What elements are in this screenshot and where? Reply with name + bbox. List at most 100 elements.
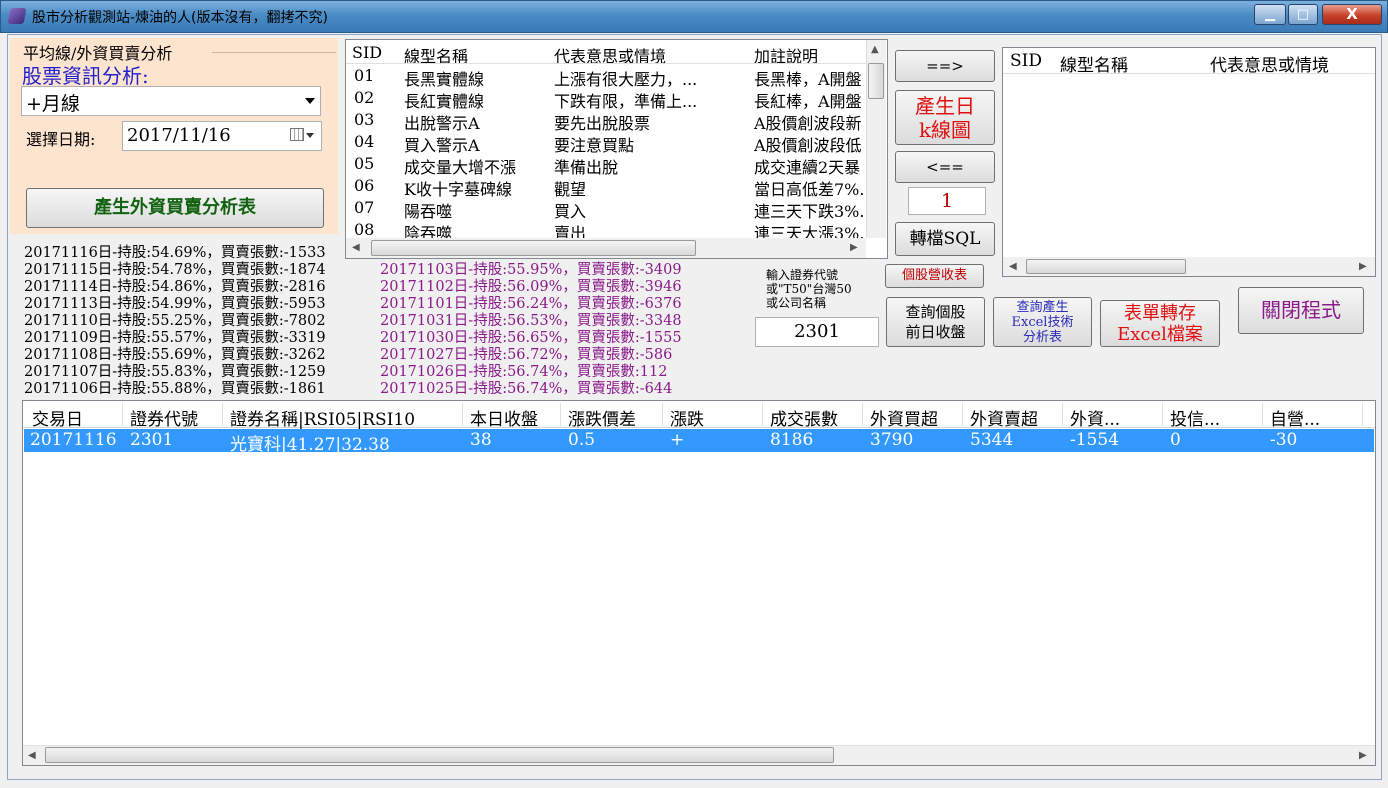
grid-column-header[interactable]: 本日收盤 [470,405,538,430]
list-item-note[interactable]: 連三天下跌3%. [754,198,866,222]
table-cell[interactable]: -30 [1270,430,1297,450]
grid-column-header[interactable]: 漲跌價差 [568,405,636,430]
column-divider[interactable] [962,403,963,426]
list-item-sid[interactable]: 03 [354,110,374,129]
table-cell[interactable]: 5344 [970,430,1013,450]
chevron-down-icon[interactable] [306,133,314,138]
list-item-sid[interactable]: 08 [354,220,374,239]
scroll-left-icon[interactable]: ◀ [1009,261,1017,272]
close-button[interactable]: X [1322,4,1382,25]
list-item-meaning[interactable]: 準備出脫 [554,154,618,178]
list-item-meaning[interactable]: 觀望 [554,176,586,200]
scroll-right-icon[interactable]: ▶ [1359,261,1367,272]
scroll-up-icon[interactable]: ▲ [871,44,879,55]
scroll-thumb[interactable] [868,63,884,99]
list-item-name[interactable]: 出脫警示A [404,110,480,134]
grid-column-header[interactable]: 外資... [1070,405,1120,430]
column-divider[interactable] [122,403,123,426]
grid-column-header[interactable]: 成交張數 [770,405,838,430]
table-cell[interactable]: 38 [470,430,492,450]
data-grid[interactable] [22,400,1376,766]
list-item-name[interactable]: 買入警示A [404,132,480,156]
minimize-button[interactable]: ▁ [1254,4,1286,25]
scroll-right-icon[interactable]: ▶ [1359,750,1367,761]
list-item-note[interactable]: A股價創波段低 [754,132,866,156]
table-cell[interactable]: + [670,430,684,450]
selected-pattern-list[interactable] [1002,47,1376,277]
list-item-note[interactable]: 長紅棒，A開盤 [754,88,866,112]
scroll-left-icon[interactable]: ◀ [352,242,360,253]
table-cell[interactable]: 8186 [770,430,813,450]
add-pattern-button[interactable]: ==> [895,50,995,82]
list-item-sid[interactable]: 02 [354,88,374,107]
list-item-note[interactable]: 成交連續2天暴 [754,154,866,178]
moving-average-select[interactable]: +月線 [21,86,321,116]
list-item-sid[interactable]: 07 [354,198,374,217]
column-divider[interactable] [1162,403,1163,426]
scroll-right-icon[interactable]: ▶ [850,242,858,253]
grid-column-header[interactable]: 證券代號 [130,405,198,430]
list-item-name[interactable]: K收十字墓碑線 [404,176,512,200]
list-item-note[interactable]: 當日高低差7%. [754,176,866,200]
list-item-meaning[interactable]: 上漲有很大壓力，... [554,66,697,90]
scroll-left-icon[interactable]: ◀ [28,750,36,761]
export-excel-button[interactable]: 表單轉存 Excel檔案 [1100,300,1220,347]
list-item-meaning[interactable]: 下跌有限，準備上... [554,88,697,112]
grid-column-header[interactable]: 漲跌 [670,405,704,430]
table-cell[interactable]: -1554 [1070,430,1119,450]
column-divider[interactable] [222,403,223,426]
column-divider[interactable] [1362,403,1363,426]
list-item-sid[interactable]: 04 [354,132,374,151]
generate-kline-chart-button[interactable]: 產生日 k線圖 [895,90,995,145]
column-divider[interactable] [1062,403,1063,426]
table-cell[interactable]: 3790 [870,430,913,450]
column-divider[interactable] [662,403,663,426]
count-field[interactable]: 1 [908,187,986,215]
stock-code-input[interactable]: 2301 [755,317,879,347]
scroll-thumb[interactable] [1026,259,1186,274]
chevron-down-icon[interactable] [305,98,315,104]
list-item-note[interactable]: 長黑棒，A開盤 [754,66,866,90]
table-cell[interactable]: 0 [1170,430,1181,450]
generate-foreign-analysis-button[interactable]: 產生外資買賣分析表 [26,188,324,228]
scroll-thumb[interactable] [45,747,834,763]
scroll-thumb[interactable] [371,240,696,256]
close-program-button[interactable]: 關閉程式 [1238,287,1364,334]
column-divider[interactable] [862,403,863,426]
list-item-name[interactable]: 陽吞噬 [404,198,452,222]
grid-column-header[interactable]: 證券名稱|RSI05|RSI10 [230,405,415,430]
list-item-sid[interactable]: 05 [354,154,374,173]
list-item-name[interactable]: 成交量大增不漲 [404,154,516,178]
calendar-icon[interactable] [290,128,304,141]
query-previous-close-button[interactable]: 查詢個股 前日收盤 [886,297,985,347]
column-divider[interactable] [762,403,763,426]
grid-column-header[interactable]: 外資買超 [870,405,938,430]
list-item-meaning[interactable]: 要先出脫股票 [554,110,650,134]
table-cell[interactable]: 2301 [130,430,173,450]
list-item-sid[interactable]: 06 [354,176,374,195]
revenue-table-button[interactable]: 個股營收表 [885,264,984,288]
table-cell[interactable]: 20171116 [30,430,117,450]
grid-column-header[interactable]: 交易日 [32,405,83,430]
list-item-meaning[interactable]: 買入 [554,198,586,222]
grid-column-header[interactable]: 自營... [1270,405,1320,430]
excel-technical-analysis-button[interactable]: 查詢產生 Excel技術 分析表 [993,297,1092,347]
convert-sql-button[interactable]: 轉檔SQL [895,222,995,256]
list-item-meaning[interactable]: 要注意買點 [554,132,634,156]
remove-pattern-button[interactable]: <== [895,151,995,183]
list-item-sid[interactable]: 01 [354,66,374,85]
table-cell[interactable]: 0.5 [568,430,595,450]
grid-column-header[interactable]: 投信... [1170,405,1220,430]
list-item-note[interactable]: A股價創波段新 [754,110,866,134]
table-cell[interactable]: 光寶科|41.27|32.38 [230,430,390,455]
column-divider[interactable] [1262,403,1263,426]
column-header[interactable]: SID [352,43,382,62]
list-item-name[interactable]: 長紅實體線 [404,88,484,112]
maximize-button[interactable]: □ [1288,4,1318,25]
column-divider[interactable] [560,403,561,426]
column-divider[interactable] [462,403,463,426]
header-divider [346,63,866,64]
list-item-name[interactable]: 長黑實體線 [404,66,484,90]
grid-column-header[interactable]: 外資賣超 [970,405,1038,430]
column-header[interactable]: SID [1010,51,1042,71]
